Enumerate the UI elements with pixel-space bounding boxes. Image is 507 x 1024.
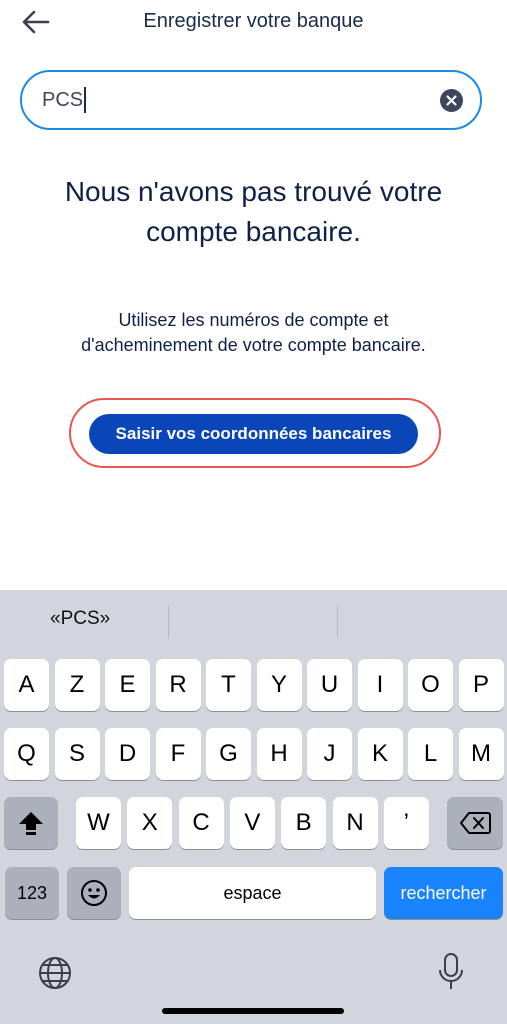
no-result-description: Utilisez les numéros de compte et d'ache…: [81, 310, 426, 355]
key-apostrophe[interactable]: ’: [383, 797, 429, 849]
app-screen: Enregistrer votre banque PCS Nous n'avon…: [0, 0, 507, 1024]
text-caret: [84, 87, 87, 113]
key-r[interactable]: R: [155, 659, 201, 711]
header-title: Enregistrer votre banque: [143, 10, 364, 32]
key-i[interactable]: I: [357, 659, 403, 711]
key-l[interactable]: L: [408, 728, 453, 780]
key-b[interactable]: B: [281, 797, 327, 849]
suggestion-divider: [168, 606, 169, 638]
key-w[interactable]: W: [76, 797, 121, 849]
key-p[interactable]: P: [458, 659, 504, 711]
key-o[interactable]: O: [408, 659, 453, 711]
search-action-key[interactable]: rechercher: [384, 867, 503, 919]
key-q[interactable]: Q: [4, 728, 49, 780]
suggestion-divider: [337, 606, 338, 638]
emoji-key[interactable]: [67, 867, 121, 919]
key-v[interactable]: V: [229, 797, 275, 849]
shift-key[interactable]: [4, 797, 58, 849]
home-indicator[interactable]: [162, 1008, 344, 1014]
globe-icon[interactable]: [37, 955, 73, 991]
enter-bank-details-button[interactable]: Saisir vos coordonnées bancaires: [89, 414, 418, 454]
backspace-icon: [460, 812, 491, 834]
clear-circle-x-icon[interactable]: [440, 89, 463, 112]
key-d[interactable]: D: [105, 728, 150, 780]
search-input-value: PCS: [42, 89, 84, 111]
key-n[interactable]: N: [332, 797, 378, 849]
key-k[interactable]: K: [357, 728, 403, 780]
numbers-key[interactable]: 123: [5, 867, 59, 919]
key-g[interactable]: G: [206, 728, 251, 780]
key-x[interactable]: X: [127, 797, 173, 849]
key-s[interactable]: S: [54, 728, 100, 780]
microphone-icon[interactable]: [437, 952, 465, 992]
key-e[interactable]: E: [105, 659, 150, 711]
delete-key[interactable]: [447, 797, 503, 849]
shift-icon: [19, 812, 43, 835]
key-a[interactable]: A: [4, 659, 49, 711]
key-t[interactable]: T: [206, 659, 251, 711]
key-c[interactable]: C: [178, 797, 224, 849]
key-j[interactable]: J: [307, 728, 352, 780]
search-field[interactable]: PCS: [20, 70, 482, 130]
space-key[interactable]: espace: [129, 867, 376, 919]
key-h[interactable]: H: [256, 728, 302, 780]
key-y[interactable]: Y: [256, 659, 302, 711]
key-u[interactable]: U: [307, 659, 352, 711]
suggestion-item[interactable]: «PCS»: [50, 608, 110, 630]
no-result-title: Nous n'avons pas trouvé votre compte ban…: [64, 176, 443, 247]
key-m[interactable]: M: [458, 728, 504, 780]
suggestion-bar: «PCS»: [0, 590, 507, 652]
key-z[interactable]: Z: [54, 659, 100, 711]
emoji-icon: [81, 880, 107, 906]
keyboard: «PCS» AZERTYUIOP QSDFGHJKLM W X C V B N’ 123: [0, 590, 507, 1024]
search-input[interactable]: PCS: [42, 86, 87, 114]
key-f[interactable]: F: [155, 728, 201, 780]
